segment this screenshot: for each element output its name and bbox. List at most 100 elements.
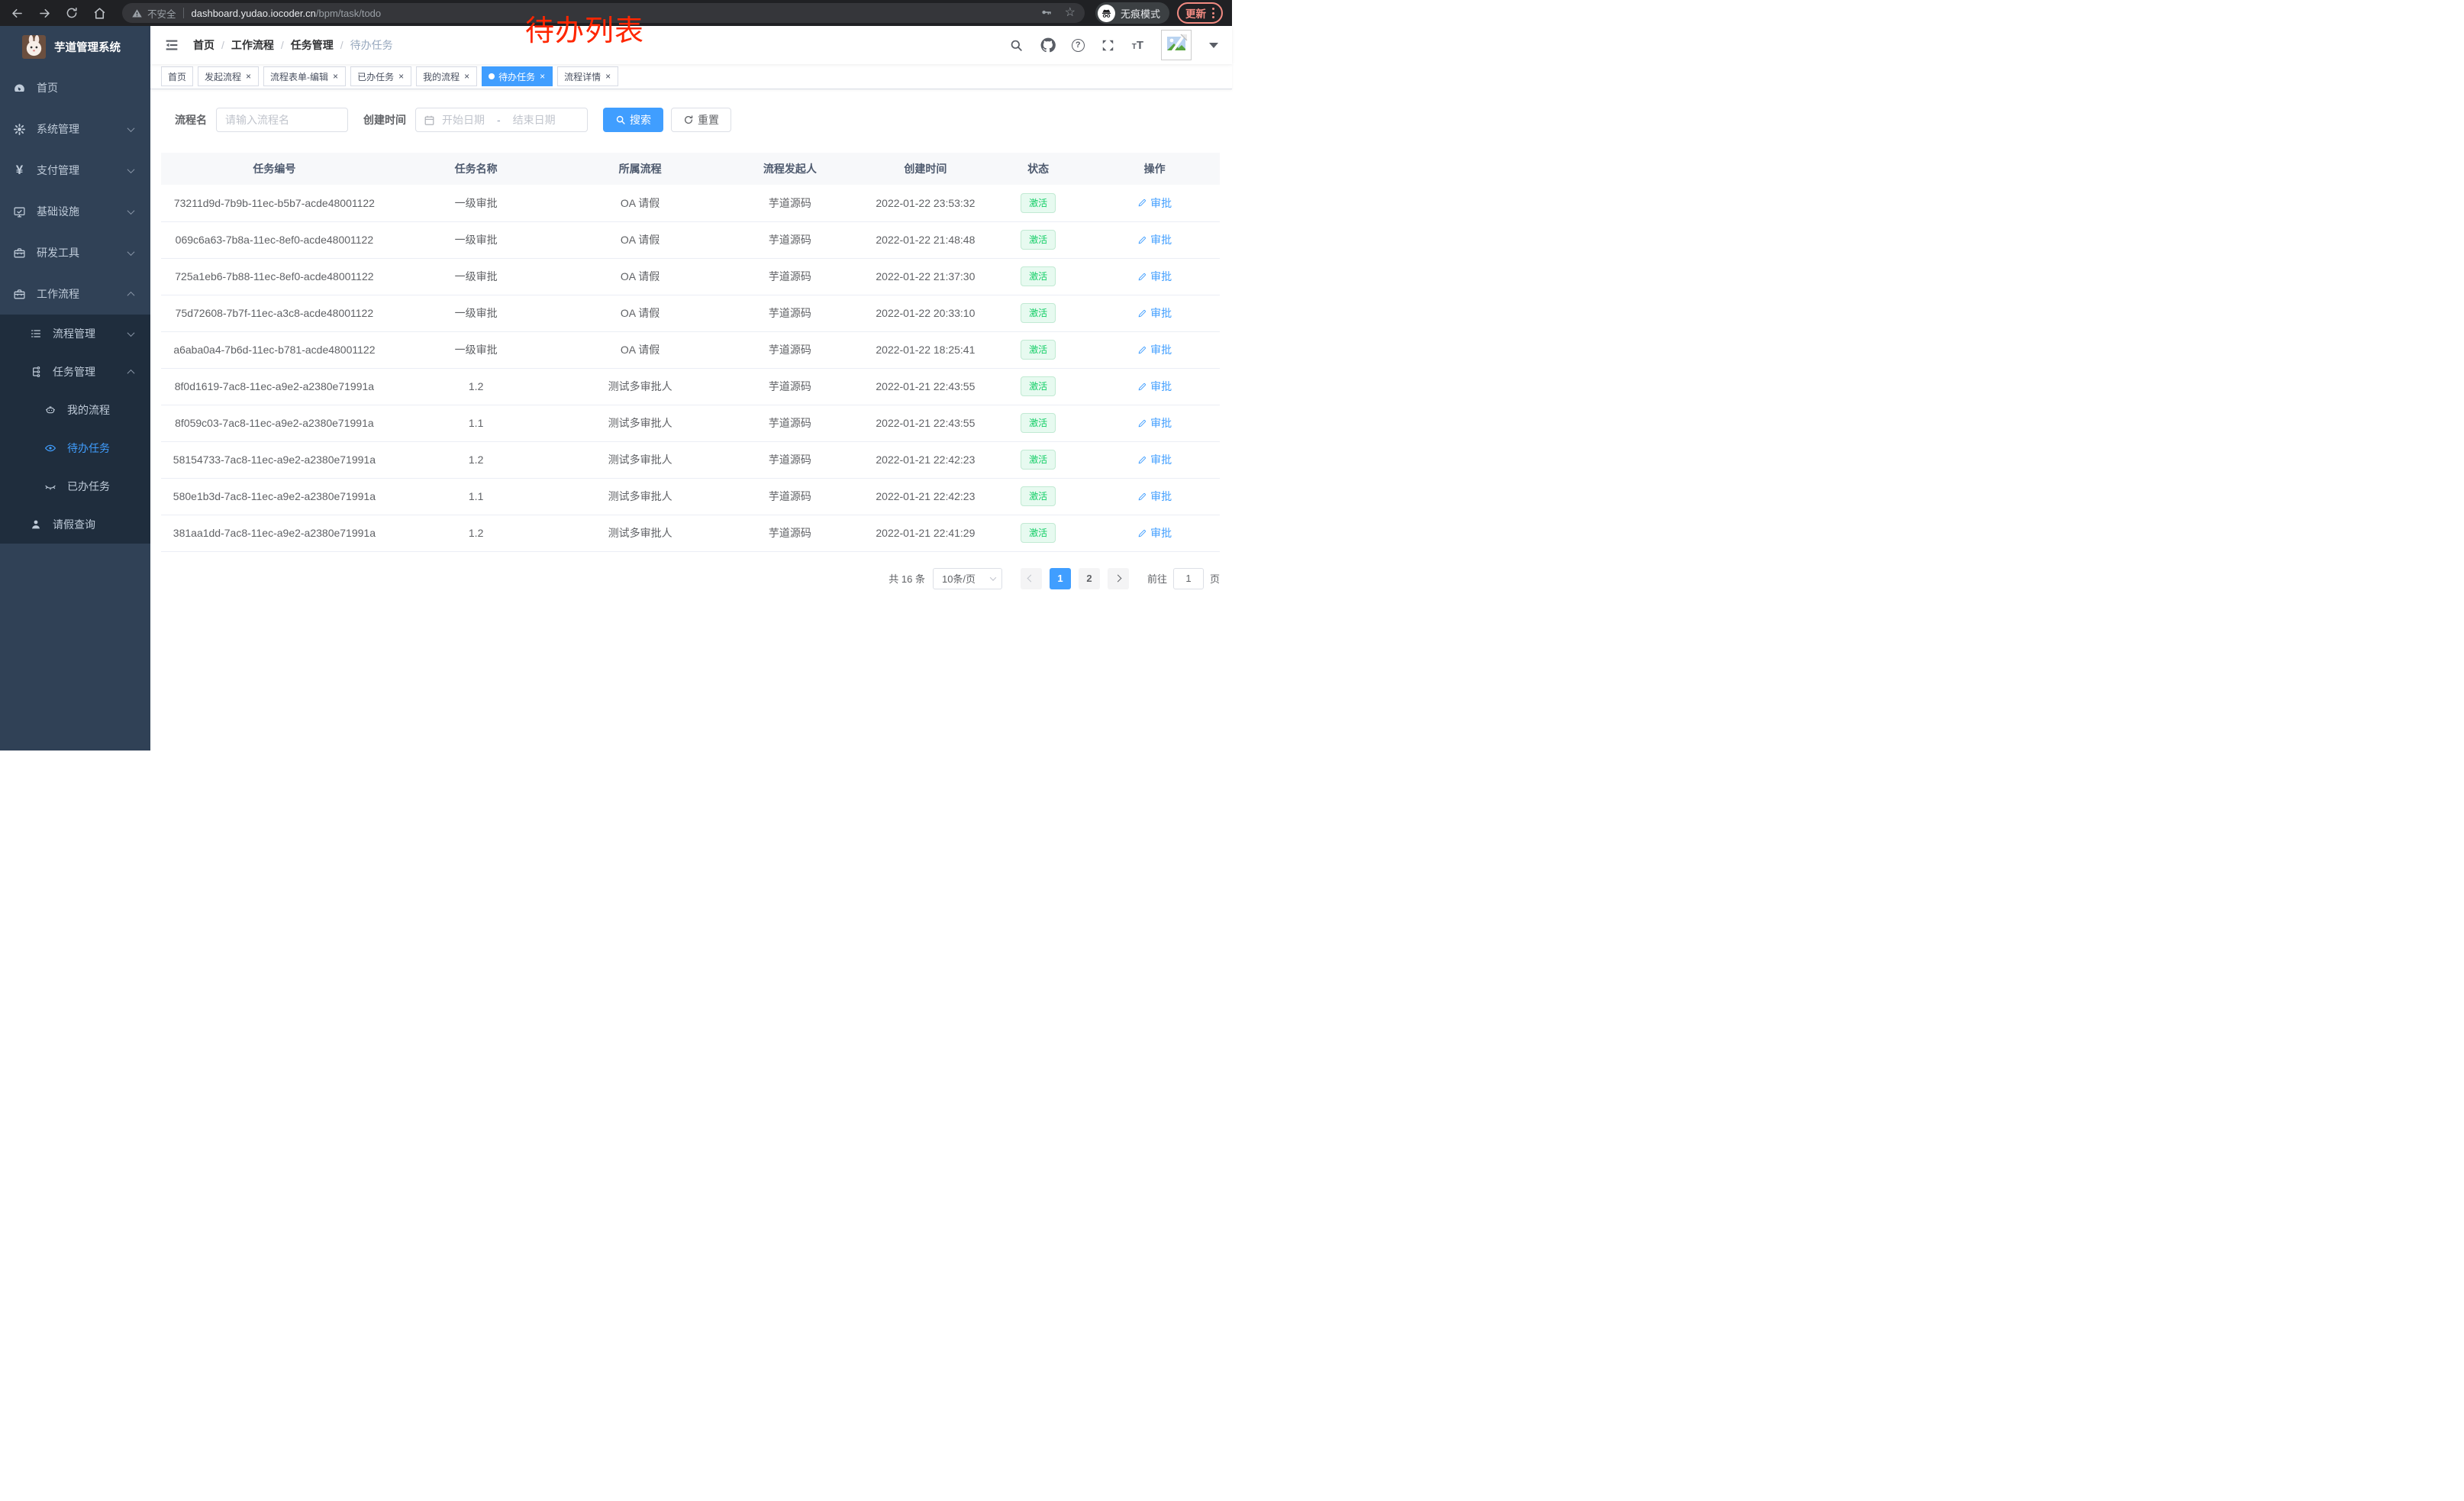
approve-button[interactable]: 审批 [1137,379,1172,394]
update-label[interactable]: 更新 [1185,5,1206,21]
edit-pencil-icon [1137,308,1147,318]
task-name-cell: 一级审批 [388,185,565,221]
task-name-cell: 1.1 [388,405,565,441]
browser-home-icon[interactable] [92,5,107,21]
breadcrumb-home[interactable]: 首页 [193,37,214,53]
date-range-picker[interactable]: 开始日期 - 结束日期 [415,108,588,132]
close-icon[interactable]: × [605,72,611,81]
pagination: 共 16 条 10条/页 1 2 前往 页 [161,568,1220,589]
tab-start-process[interactable]: 发起流程× [198,66,259,86]
not-secure-warning-icon [131,8,143,19]
sidebar-item-task-management[interactable]: 任务管理 [0,353,150,391]
github-icon[interactable] [1040,37,1056,53]
jump-label: 前往 [1147,571,1167,586]
start-date-placeholder[interactable]: 开始日期 [442,112,485,128]
sidebar-item-done-tasks[interactable]: 已办任务 [0,467,150,505]
sidebar-item-payment[interactable]: ¥ 支付管理 [0,150,150,191]
create-time-cell: 2022-01-21 22:43:55 [864,405,987,441]
approve-button[interactable]: 审批 [1137,342,1172,357]
approve-button[interactable]: 审批 [1137,525,1172,541]
sidebar-collapse-icon[interactable] [163,37,180,53]
tab-my-process[interactable]: 我的流程× [416,66,477,86]
bookmark-star-icon[interactable]: ☆ [1065,7,1076,19]
starter-cell: 芋道源码 [716,185,864,221]
close-icon[interactable]: × [539,72,546,81]
key-icon[interactable] [1040,7,1053,20]
url-host[interactable]: dashboard.yudao.iocoder.cn [192,8,316,19]
starter-cell: 芋道源码 [716,258,864,295]
table-row: 381aa1dd-7ac8-11ec-a9e2-a2380e71991a 1.2… [161,515,1220,551]
browser-menu-icon[interactable] [1212,8,1214,18]
sidebar-item-infrastructure[interactable]: 基础设施 [0,191,150,232]
flow-icon [29,366,42,379]
search-button[interactable]: 搜索 [603,108,663,132]
sidebar-item-dev-tools[interactable]: 研发工具 [0,232,150,273]
reset-button[interactable]: 重置 [671,108,731,132]
tab-process-detail[interactable]: 流程详情× [557,66,618,86]
range-separator: - [497,114,501,126]
security-label[interactable]: 不安全 [147,6,176,21]
sidebar-item-home[interactable]: 首页 [0,67,150,108]
process-cell: 测试多审批人 [564,515,715,551]
browser-update-button[interactable]: 更新 [1177,2,1223,24]
breadcrumb-task-management[interactable]: 任务管理 [291,37,334,53]
avatar-dropdown-icon[interactable] [1209,43,1218,48]
page-1-button[interactable]: 1 [1050,568,1071,589]
table-row: a6aba0a4-7b6d-11ec-b781-acde48001122 一级审… [161,331,1220,368]
page-size-select[interactable]: 10条/页 [933,568,1002,589]
browser-back-icon[interactable] [9,5,24,21]
prev-page-button[interactable] [1021,568,1042,589]
fullscreen-icon[interactable] [1101,37,1116,53]
close-icon[interactable]: × [463,72,470,81]
approve-button[interactable]: 审批 [1137,269,1172,284]
avatar[interactable] [1161,30,1192,60]
tab-process-form-edit[interactable]: 流程表单-编辑× [263,66,346,86]
tab-todo-tasks[interactable]: 待办任务× [482,66,553,86]
process-name-input[interactable] [216,108,348,132]
jump-page-input[interactable] [1173,568,1204,589]
close-icon[interactable]: × [245,72,252,81]
approve-button[interactable]: 审批 [1137,452,1172,467]
task-name-cell: 1.2 [388,515,565,551]
task-id-cell: 069c6a63-7b8a-11ec-8ef0-acde48001122 [161,221,388,258]
chevron-up-icon [127,369,135,376]
tab-home[interactable]: 首页 [161,66,193,86]
help-icon[interactable]: ? [1072,39,1085,52]
sidebar-item-todo-tasks[interactable]: 待办任务 [0,429,150,467]
user-icon [29,518,42,531]
font-size-icon[interactable]: TT [1132,39,1143,52]
sidebar-item-my-process[interactable]: 我的流程 [0,391,150,429]
search-icon[interactable] [1009,37,1024,53]
url-path[interactable]: /bpm/task/todo [316,8,381,19]
approve-button[interactable]: 审批 [1137,489,1172,504]
approve-button[interactable]: 审批 [1137,195,1172,211]
task-name-cell: 1.2 [388,368,565,405]
close-icon[interactable]: × [332,72,339,81]
browser-reload-icon[interactable] [64,5,79,21]
tab-done-tasks[interactable]: 已办任务× [350,66,411,86]
next-page-button[interactable] [1108,568,1129,589]
close-icon[interactable]: × [398,72,405,81]
browser-forward-icon[interactable] [37,5,52,21]
approve-button[interactable]: 审批 [1137,305,1172,321]
edit-pencil-icon [1137,272,1147,282]
sidebar-item-system[interactable]: 系统管理 [0,108,150,150]
toolbox-icon [13,288,26,301]
create-time-cell: 2022-01-22 21:37:30 [864,258,987,295]
sidebar-item-process-management[interactable]: 流程管理 [0,315,150,353]
starter-cell: 芋道源码 [716,441,864,478]
page-2-button[interactable]: 2 [1079,568,1100,589]
approve-button[interactable]: 审批 [1137,232,1172,247]
starter-cell: 芋道源码 [716,515,864,551]
app-logo[interactable]: 芋道管理系统 [0,26,150,67]
task-name-cell: 1.1 [388,478,565,515]
sidebar-item-workflow[interactable]: 工作流程 [0,273,150,315]
task-name-cell: 一级审批 [388,295,565,331]
approve-button[interactable]: 审批 [1137,415,1172,431]
starter-cell: 芋道源码 [716,221,864,258]
end-date-placeholder[interactable]: 结束日期 [513,112,556,128]
breadcrumb-workflow[interactable]: 工作流程 [231,37,274,53]
task-id-cell: 725a1eb6-7b88-11ec-8ef0-acde48001122 [161,258,388,295]
sidebar-item-leave-query[interactable]: 请假查询 [0,505,150,544]
status-badge: 激活 [1021,413,1056,433]
